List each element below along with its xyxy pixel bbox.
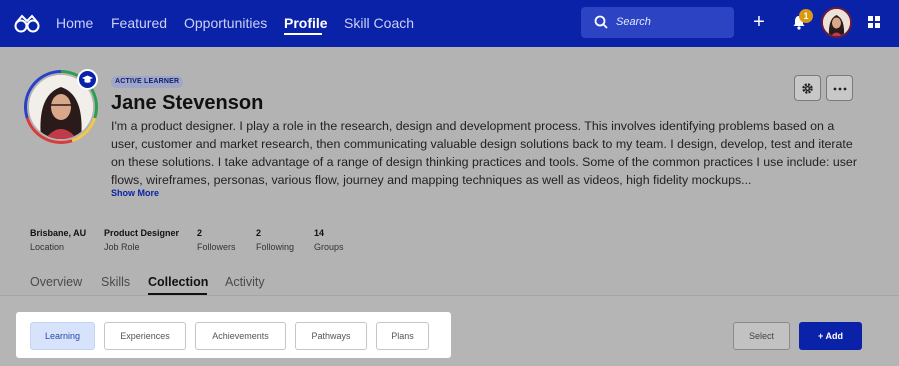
more-dots-icon — [833, 87, 847, 91]
more-options-button[interactable] — [826, 75, 853, 101]
filter-experiences[interactable]: Experiences — [104, 322, 186, 350]
stat-followers-label[interactable]: Followers — [197, 242, 236, 252]
stat-groups-value[interactable]: 14 — [314, 228, 324, 238]
search-input[interactable]: Search — [581, 7, 734, 38]
tab-collection[interactable]: Collection — [148, 275, 208, 289]
tab-skills[interactable]: Skills — [101, 275, 130, 289]
notification-count-badge: 1 — [799, 9, 813, 23]
settings-button[interactable] — [794, 75, 821, 101]
stat-location-label: Location — [30, 242, 65, 252]
create-plus-icon[interactable]: + — [752, 11, 766, 33]
nav-home[interactable]: Home — [56, 15, 93, 31]
show-more-link[interactable]: Show More — [111, 188, 159, 198]
stat-following-value[interactable]: 2 — [256, 228, 261, 238]
tab-overview[interactable]: Overview — [30, 275, 82, 289]
active-learner-badge: ACTIVE LEARNER — [111, 76, 184, 88]
gear-icon — [802, 83, 813, 94]
nav-featured[interactable]: Featured — [111, 15, 167, 31]
top-navigation-bar: Home Featured Opportunities Profile Skil… — [0, 0, 899, 47]
search-placeholder: Search — [616, 16, 651, 28]
tab-activity[interactable]: Activity — [225, 275, 265, 289]
stat-location-value: Brisbane, AU — [30, 228, 87, 238]
nav-skill-coach[interactable]: Skill Coach — [344, 15, 414, 31]
stat-job-role-label: Job Role — [104, 242, 140, 252]
learner-cap-icon — [77, 69, 98, 90]
add-button[interactable]: + Add — [799, 322, 862, 350]
filter-achievements[interactable]: Achievements — [195, 322, 286, 350]
user-avatar[interactable] — [821, 7, 852, 38]
glasses-logo-icon[interactable] — [14, 13, 40, 33]
stat-following-label[interactable]: Following — [256, 242, 294, 252]
profile-name: Jane Stevenson — [111, 92, 264, 114]
stat-followers-value[interactable]: 2 — [197, 228, 202, 238]
nav-active-indicator — [284, 33, 322, 35]
nav-opportunities[interactable]: Opportunities — [184, 15, 267, 31]
filter-plans[interactable]: Plans — [376, 322, 429, 350]
stat-groups-label[interactable]: Groups — [314, 242, 344, 252]
apps-grid-icon[interactable] — [868, 16, 880, 28]
profile-bio: I'm a product designer. I play a role in… — [111, 119, 857, 187]
stat-job-role-value: Product Designer — [104, 228, 180, 238]
nav-profile[interactable]: Profile — [284, 15, 328, 31]
filter-learning[interactable]: Learning — [30, 322, 95, 350]
search-icon — [594, 15, 608, 29]
filter-pathways[interactable]: Pathways — [295, 322, 367, 350]
select-button[interactable]: Select — [733, 322, 790, 350]
